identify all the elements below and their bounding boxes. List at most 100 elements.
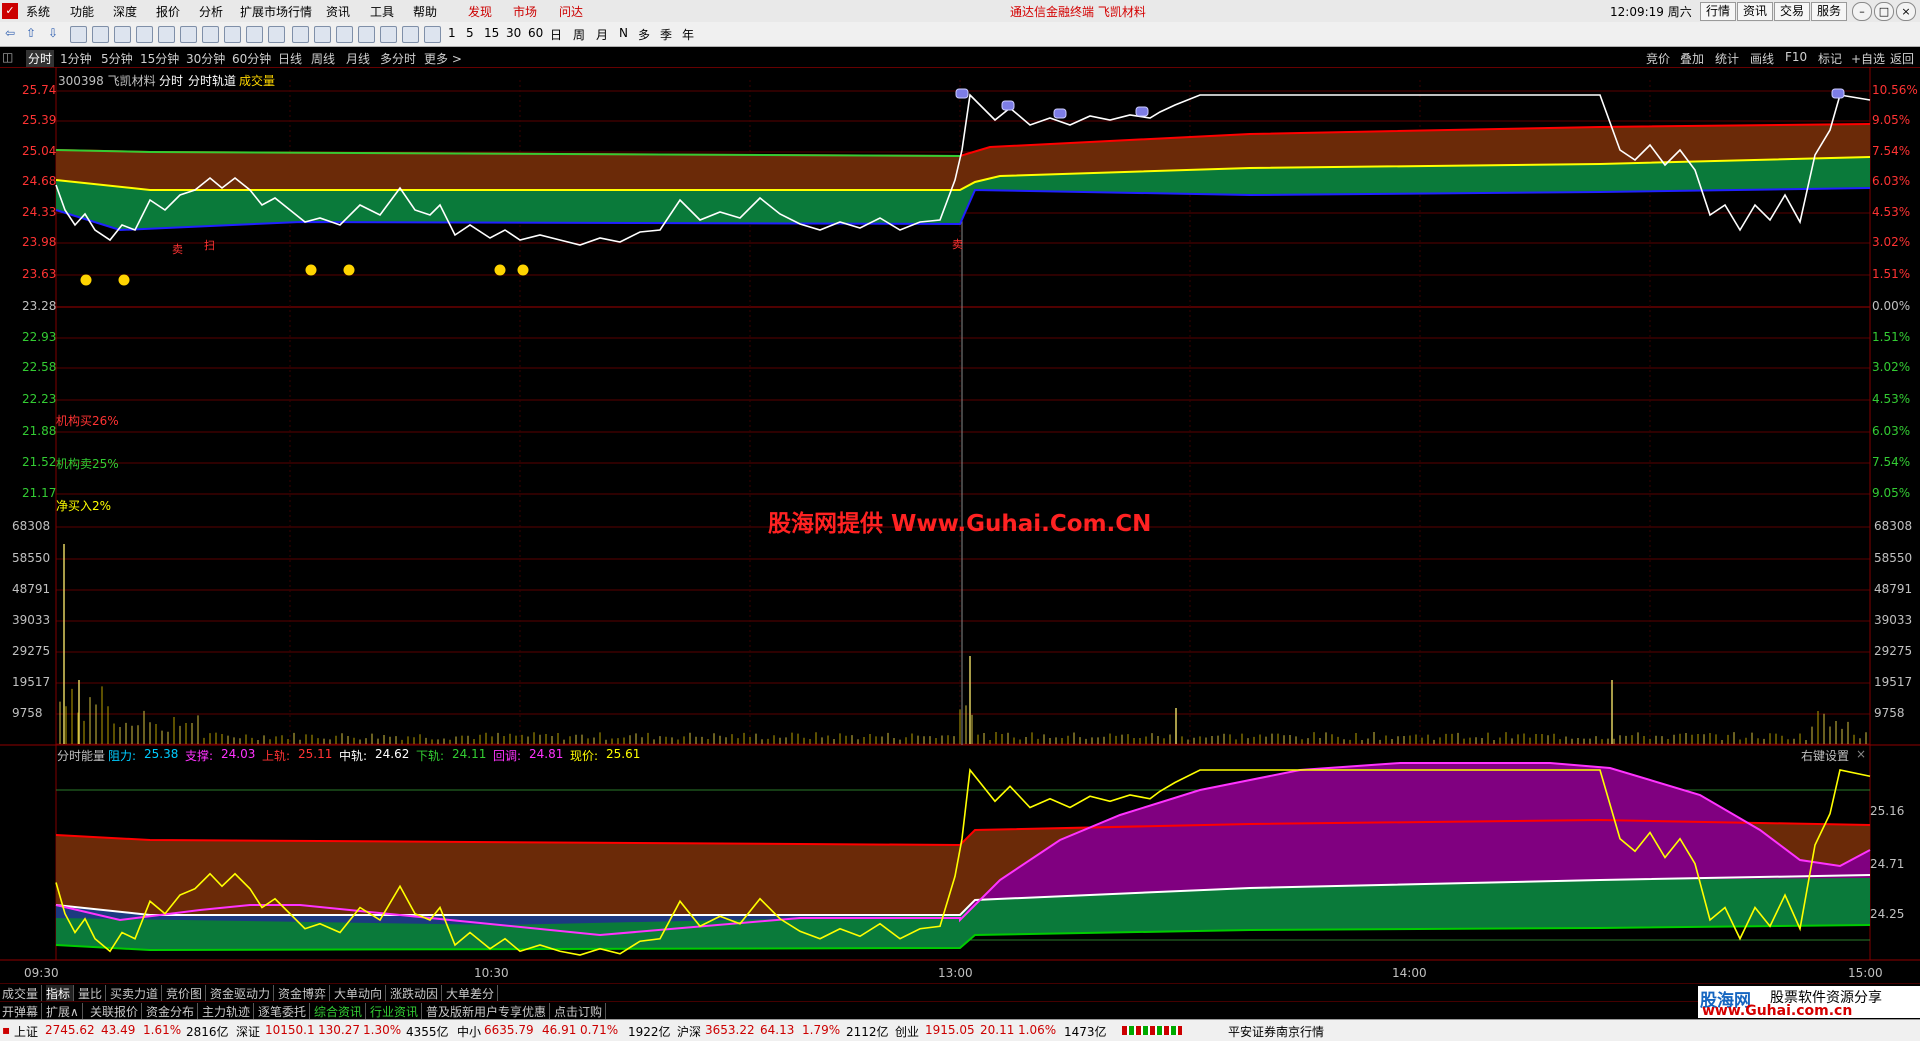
fx-icon[interactable] [424, 26, 441, 43]
indicator-tab[interactable]: 竞价图 [166, 985, 207, 1002]
service-button[interactable]: 服务 [1811, 2, 1848, 21]
energy-close-icon[interactable]: × [1856, 747, 1866, 761]
period-60[interactable]: 60 [528, 26, 543, 40]
table-icon[interactable] [92, 26, 109, 43]
extension-tab[interactable]: 综合资讯 [314, 1003, 367, 1020]
menu-market[interactable]: 市场 [513, 3, 537, 20]
indicator-tab[interactable]: 大单动向 [334, 985, 387, 1002]
menu-tools[interactable]: 工具 [370, 3, 394, 20]
stats-button[interactable]: 统计 [1715, 50, 1739, 67]
period-year[interactable]: 年 [682, 26, 694, 43]
line-chart-icon[interactable] [292, 26, 309, 43]
tab-60min[interactable]: 60分钟 [232, 50, 271, 67]
period-15[interactable]: 15 [484, 26, 499, 40]
back-button[interactable]: 返回 [1890, 50, 1914, 67]
panel-icon[interactable] [180, 26, 197, 43]
bar-chart-icon[interactable] [314, 26, 331, 43]
trade-button[interactable]: 交易 [1774, 2, 1811, 21]
overlay-button[interactable]: 叠加 [1680, 50, 1704, 67]
tab-30min[interactable]: 30分钟 [186, 50, 225, 67]
extension-tab[interactable]: 普及版新用户专享优惠 [426, 1003, 551, 1020]
zx-val: 6635.79 [484, 1023, 534, 1037]
app-logo-icon[interactable]: ✓ [2, 3, 18, 19]
report-icon[interactable] [224, 26, 241, 43]
extension-tab[interactable]: 点击订购 [554, 1003, 607, 1020]
period-30[interactable]: 30 [506, 26, 521, 40]
calc-icon[interactable] [202, 26, 219, 43]
indicator-tab[interactable]: 资金博弈 [278, 985, 331, 1002]
period-week[interactable]: 周 [573, 26, 585, 43]
panel-toggle-icon[interactable]: ◫ [2, 50, 13, 64]
sz-name[interactable]: 深证 [236, 1023, 260, 1040]
tab-more[interactable]: 更多 > [424, 50, 462, 67]
tab-1min[interactable]: 1分钟 [60, 50, 92, 67]
fs-icon[interactable] [402, 26, 419, 43]
period-1[interactable]: 1 [448, 26, 456, 40]
f10-button[interactable]: F10 [1785, 50, 1807, 64]
menu-help[interactable]: 帮助 [413, 3, 437, 20]
tab-weekly[interactable]: 周线 [311, 50, 335, 67]
tab-5min[interactable]: 5分钟 [101, 50, 133, 67]
indicator-tab[interactable]: 买卖力道 [110, 985, 163, 1002]
mark-button[interactable]: 标记 [1818, 50, 1842, 67]
period-month[interactable]: 月 [596, 26, 608, 43]
zoom-icon[interactable] [336, 26, 353, 43]
sh-name[interactable]: 上证 [14, 1023, 38, 1040]
pct-icon[interactable] [358, 26, 375, 43]
grid-icon[interactable] [70, 26, 87, 43]
list-icon[interactable] [114, 26, 131, 43]
indicator-tab[interactable]: 资金驱动力 [210, 985, 275, 1002]
indicator-tab[interactable]: 指标 [46, 985, 75, 1002]
auction-button[interactable]: 竞价 [1646, 50, 1670, 67]
tab-daily[interactable]: 日线 [278, 50, 302, 67]
menu-extended-market[interactable]: 扩展市场行情 [240, 3, 312, 20]
period-5[interactable]: 5 [466, 26, 474, 40]
hs-name[interactable]: 沪深 [677, 1023, 701, 1040]
right-click-settings[interactable]: 右键设置 [1801, 747, 1849, 764]
period-day[interactable]: 日 [550, 26, 562, 43]
restore-icon[interactable]: □ [1874, 2, 1894, 21]
close-icon[interactable]: × [1896, 2, 1916, 21]
chart-icon[interactable] [136, 26, 153, 43]
quote-button[interactable]: 行情 [1700, 2, 1737, 21]
menu-depth[interactable]: 深度 [113, 3, 137, 20]
period-n[interactable]: N [619, 26, 628, 40]
period-multi[interactable]: 多 [638, 26, 650, 43]
window-icon[interactable] [246, 26, 263, 43]
news-button[interactable]: 资讯 [1737, 2, 1774, 21]
indicator-tab[interactable]: 量比 [78, 985, 107, 1002]
search-icon[interactable] [268, 26, 285, 43]
up-arrow-icon[interactable]: ⇧ [26, 26, 36, 40]
cy-name[interactable]: 创业 [895, 1023, 919, 1040]
tab-multi-intraday[interactable]: 多分时 [380, 50, 416, 67]
extension-tab[interactable]: 开弹幕 [2, 1003, 43, 1020]
kline-icon[interactable] [158, 26, 175, 43]
extension-tab[interactable]: 关联报价 [90, 1003, 143, 1020]
tab-intraday[interactable]: 分时 [26, 50, 55, 67]
indicator-tab[interactable]: 大单差分 [446, 985, 499, 1002]
extension-tab[interactable]: 资金分布 [146, 1003, 199, 1020]
indicator-tab[interactable]: 涨跌动因 [390, 985, 443, 1002]
back-arrow-icon[interactable]: ⇦ [5, 26, 15, 40]
menu-system[interactable]: 系统 [26, 3, 50, 20]
extension-tab[interactable]: 主力轨迹 [202, 1003, 255, 1020]
down-arrow-icon[interactable]: ⇩ [48, 26, 58, 40]
menu-quote[interactable]: 报价 [156, 3, 180, 20]
draw-button[interactable]: 画线 [1750, 50, 1774, 67]
tab-monthly[interactable]: 月线 [346, 50, 370, 67]
menu-news[interactable]: 资讯 [326, 3, 350, 20]
indicator-tab[interactable]: 成交量 [2, 985, 43, 1002]
minimize-icon[interactable]: – [1852, 2, 1872, 21]
menu-ask[interactable]: 问达 [559, 3, 583, 20]
tab-15min[interactable]: 15分钟 [140, 50, 179, 67]
zx-name[interactable]: 中小 [457, 1023, 481, 1040]
menu-discover[interactable]: 发现 [468, 3, 492, 20]
extension-tab[interactable]: 扩展∧ [46, 1003, 83, 1020]
extension-tab[interactable]: 逐笔委托 [258, 1003, 311, 1020]
pen-icon[interactable] [380, 26, 397, 43]
menu-function[interactable]: 功能 [70, 3, 94, 20]
period-quarter[interactable]: 季 [660, 26, 672, 43]
extension-tab[interactable]: 行业资讯 [370, 1003, 423, 1020]
menu-analysis[interactable]: 分析 [199, 3, 223, 20]
add-favorite-button[interactable]: +自选 [1851, 50, 1885, 67]
